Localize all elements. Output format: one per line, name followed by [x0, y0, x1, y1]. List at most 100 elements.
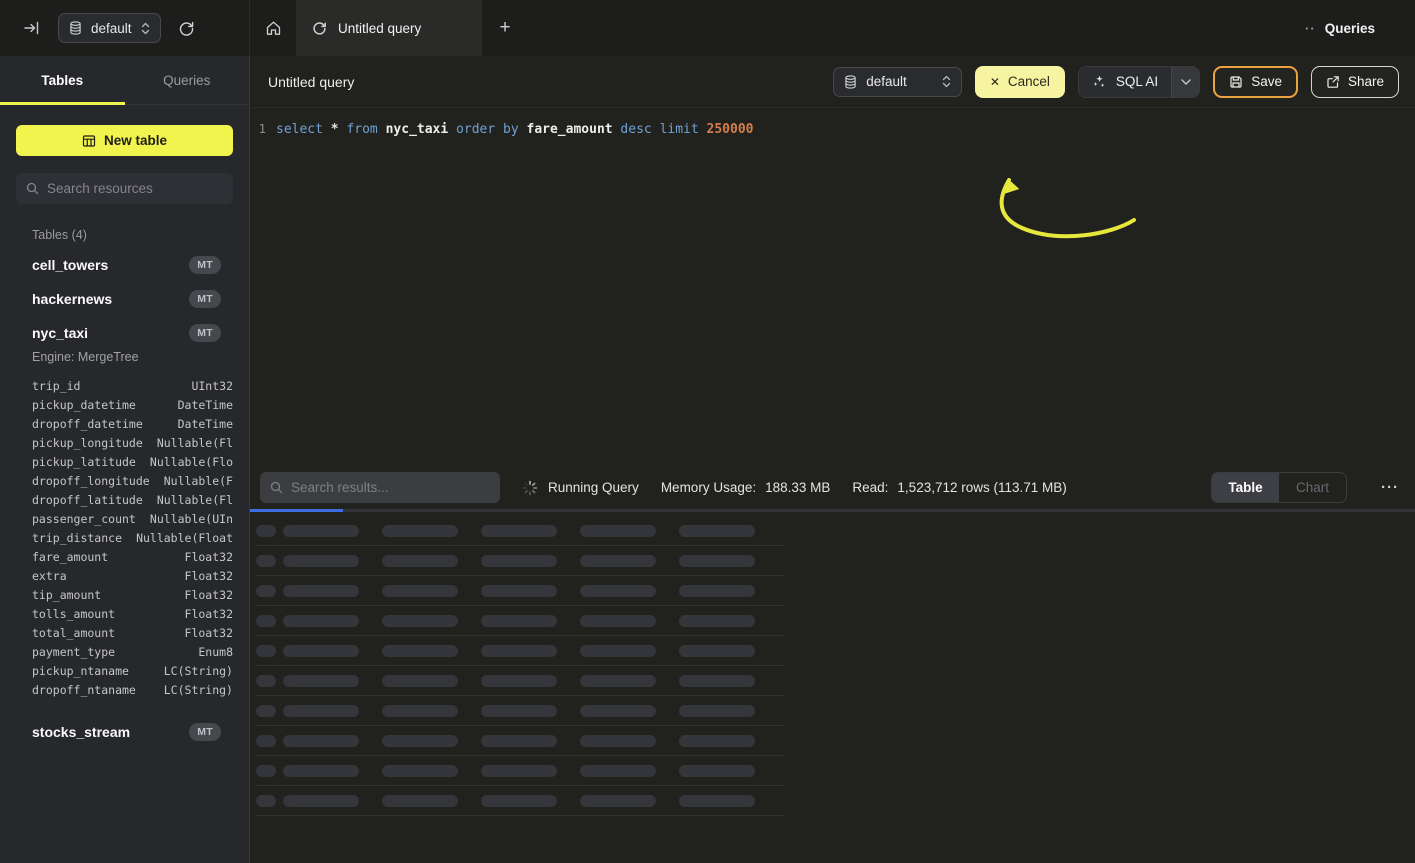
refresh-icon[interactable] [173, 14, 201, 42]
column-type: Float32 [185, 607, 233, 621]
cancel-button[interactable]: ✕ Cancel [975, 66, 1065, 98]
queries-link[interactable]: ·· Queries [1295, 0, 1415, 56]
column-name: total_amount [32, 626, 115, 640]
skeleton-cell [256, 525, 276, 537]
spinner-icon [522, 480, 538, 496]
skeleton-cell [382, 525, 458, 537]
share-button[interactable]: Share [1311, 66, 1399, 98]
skeleton-cell [481, 735, 557, 747]
query-progress-bar [250, 509, 343, 512]
table-item-cell-towers[interactable]: cell_towers MT [16, 248, 233, 282]
column-type: DateTime [178, 398, 233, 412]
skeleton-cell [256, 765, 276, 777]
skeleton-cell [580, 615, 656, 627]
cancel-label: Cancel [1008, 74, 1050, 89]
skeleton-row [256, 666, 784, 696]
table-item-nyc-taxi[interactable]: nyc_taxi MT [16, 316, 233, 350]
skeleton-cell [481, 645, 557, 657]
column-name: dropoff_latitude [32, 493, 143, 507]
sidebar-tab-queries[interactable]: Queries [125, 56, 250, 104]
table-item-stocks-stream[interactable]: stocks_stream MT [16, 715, 233, 749]
column-type: Float32 [185, 626, 233, 640]
table-item-hackernews[interactable]: hackernews MT [16, 282, 233, 316]
column-row: dropoff_ntaname LC(String) [16, 680, 233, 699]
column-type: Float32 [185, 550, 233, 564]
save-button[interactable]: Save [1213, 66, 1298, 98]
column-row: passenger_countNullable(UIn [16, 509, 233, 528]
skeleton-cell [283, 765, 359, 777]
more-options-button[interactable]: ··· [1381, 479, 1399, 496]
sql-ai-button[interactable]: SQL AI [1078, 66, 1200, 98]
tab-untitled-query[interactable]: Untitled query [296, 0, 482, 56]
engine-info: Engine: MergeTree [16, 350, 233, 374]
column-type: LC(String) [164, 683, 233, 697]
skeleton-cell [679, 735, 755, 747]
sql-token: desc [620, 122, 651, 137]
code-line[interactable]: 1 select * from nyc_taxi order by fare_a… [250, 119, 1415, 140]
results-toolbar: Running Query Memory Usage: 188.33 MB Re… [250, 466, 1415, 509]
new-tab-button[interactable]: + [482, 0, 528, 56]
home-button[interactable] [250, 0, 296, 56]
skeleton-row [256, 726, 784, 756]
column-name: payment_type [32, 645, 115, 659]
column-row: trip_distanceNullable(Float [16, 528, 233, 547]
queries-link-label: Queries [1325, 21, 1375, 36]
share-icon [1326, 75, 1340, 89]
column-type: Float32 [185, 588, 233, 602]
query-database-selector[interactable]: default [833, 67, 962, 97]
engine-badge: MT [189, 290, 221, 308]
skeleton-cell [580, 645, 656, 657]
skeleton-cell [580, 585, 656, 597]
skeleton-row [256, 546, 784, 576]
query-title: Untitled query [268, 74, 354, 90]
column-name: dropoff_ntaname [32, 683, 136, 697]
sidebar-tabs: Tables Queries [0, 56, 249, 105]
skeleton-row [256, 786, 784, 816]
skeleton-cell [382, 735, 458, 747]
skeleton-cell [679, 795, 755, 807]
sql-editor[interactable]: 1 select * from nyc_taxi order by fare_a… [250, 108, 1415, 466]
column-row: pickup_ntanameLC(String) [16, 661, 233, 680]
skeleton-cell [580, 555, 656, 567]
column-row: payment_typeEnum8 [16, 642, 233, 661]
skeleton-cell [283, 555, 359, 567]
chevron-updown-icon [942, 75, 951, 88]
sql-token: fare_amount [527, 122, 613, 137]
sql-token: from [346, 122, 377, 137]
column-row: pickup_latitudeNullable(Flo [16, 452, 233, 471]
tab-strip: Untitled query + [250, 0, 528, 56]
column-row: dropoff_latitudeNullable(Fl [16, 490, 233, 509]
resource-search[interactable] [16, 173, 233, 204]
results-search[interactable] [260, 472, 500, 503]
view-toggle: Table Chart [1211, 472, 1347, 503]
column-type: Nullable(UIn [150, 512, 233, 526]
toggle-chart[interactable]: Chart [1279, 473, 1346, 502]
database-selector[interactable]: default [58, 13, 161, 43]
results-search-input[interactable] [291, 480, 490, 495]
sql-ai-dropdown[interactable] [1171, 67, 1199, 97]
database-icon [844, 75, 857, 89]
skeleton-cell [256, 735, 276, 747]
resource-search-input[interactable] [47, 181, 223, 196]
column-name: pickup_longitude [32, 436, 143, 450]
skeleton-row [256, 516, 784, 546]
sidebar-collapse-icon[interactable] [18, 14, 46, 42]
column-row: pickup_datetimeDateTime [16, 395, 233, 414]
sql-ai-main[interactable]: SQL AI [1079, 67, 1171, 97]
skeleton-cell [283, 525, 359, 537]
skeleton-cell [679, 585, 755, 597]
sql-token: * [331, 122, 339, 137]
column-type: Float32 [185, 569, 233, 583]
toggle-table[interactable]: Table [1212, 473, 1279, 502]
skeleton-cell [382, 555, 458, 567]
skeleton-cell [256, 585, 276, 597]
sidebar-tab-tables[interactable]: Tables [0, 56, 125, 104]
skeleton-cell [382, 765, 458, 777]
column-row: tip_amountFloat32 [16, 585, 233, 604]
column-row: pickup_longitude Nullable(Fl [16, 433, 233, 452]
sql-code[interactable]: select * from nyc_taxi order by fare_amo… [276, 120, 754, 140]
new-table-button[interactable]: New table [16, 125, 233, 156]
skeleton-cell [256, 705, 276, 717]
column-type: Nullable(Fl [157, 436, 233, 450]
column-name: trip_distance [32, 531, 122, 545]
